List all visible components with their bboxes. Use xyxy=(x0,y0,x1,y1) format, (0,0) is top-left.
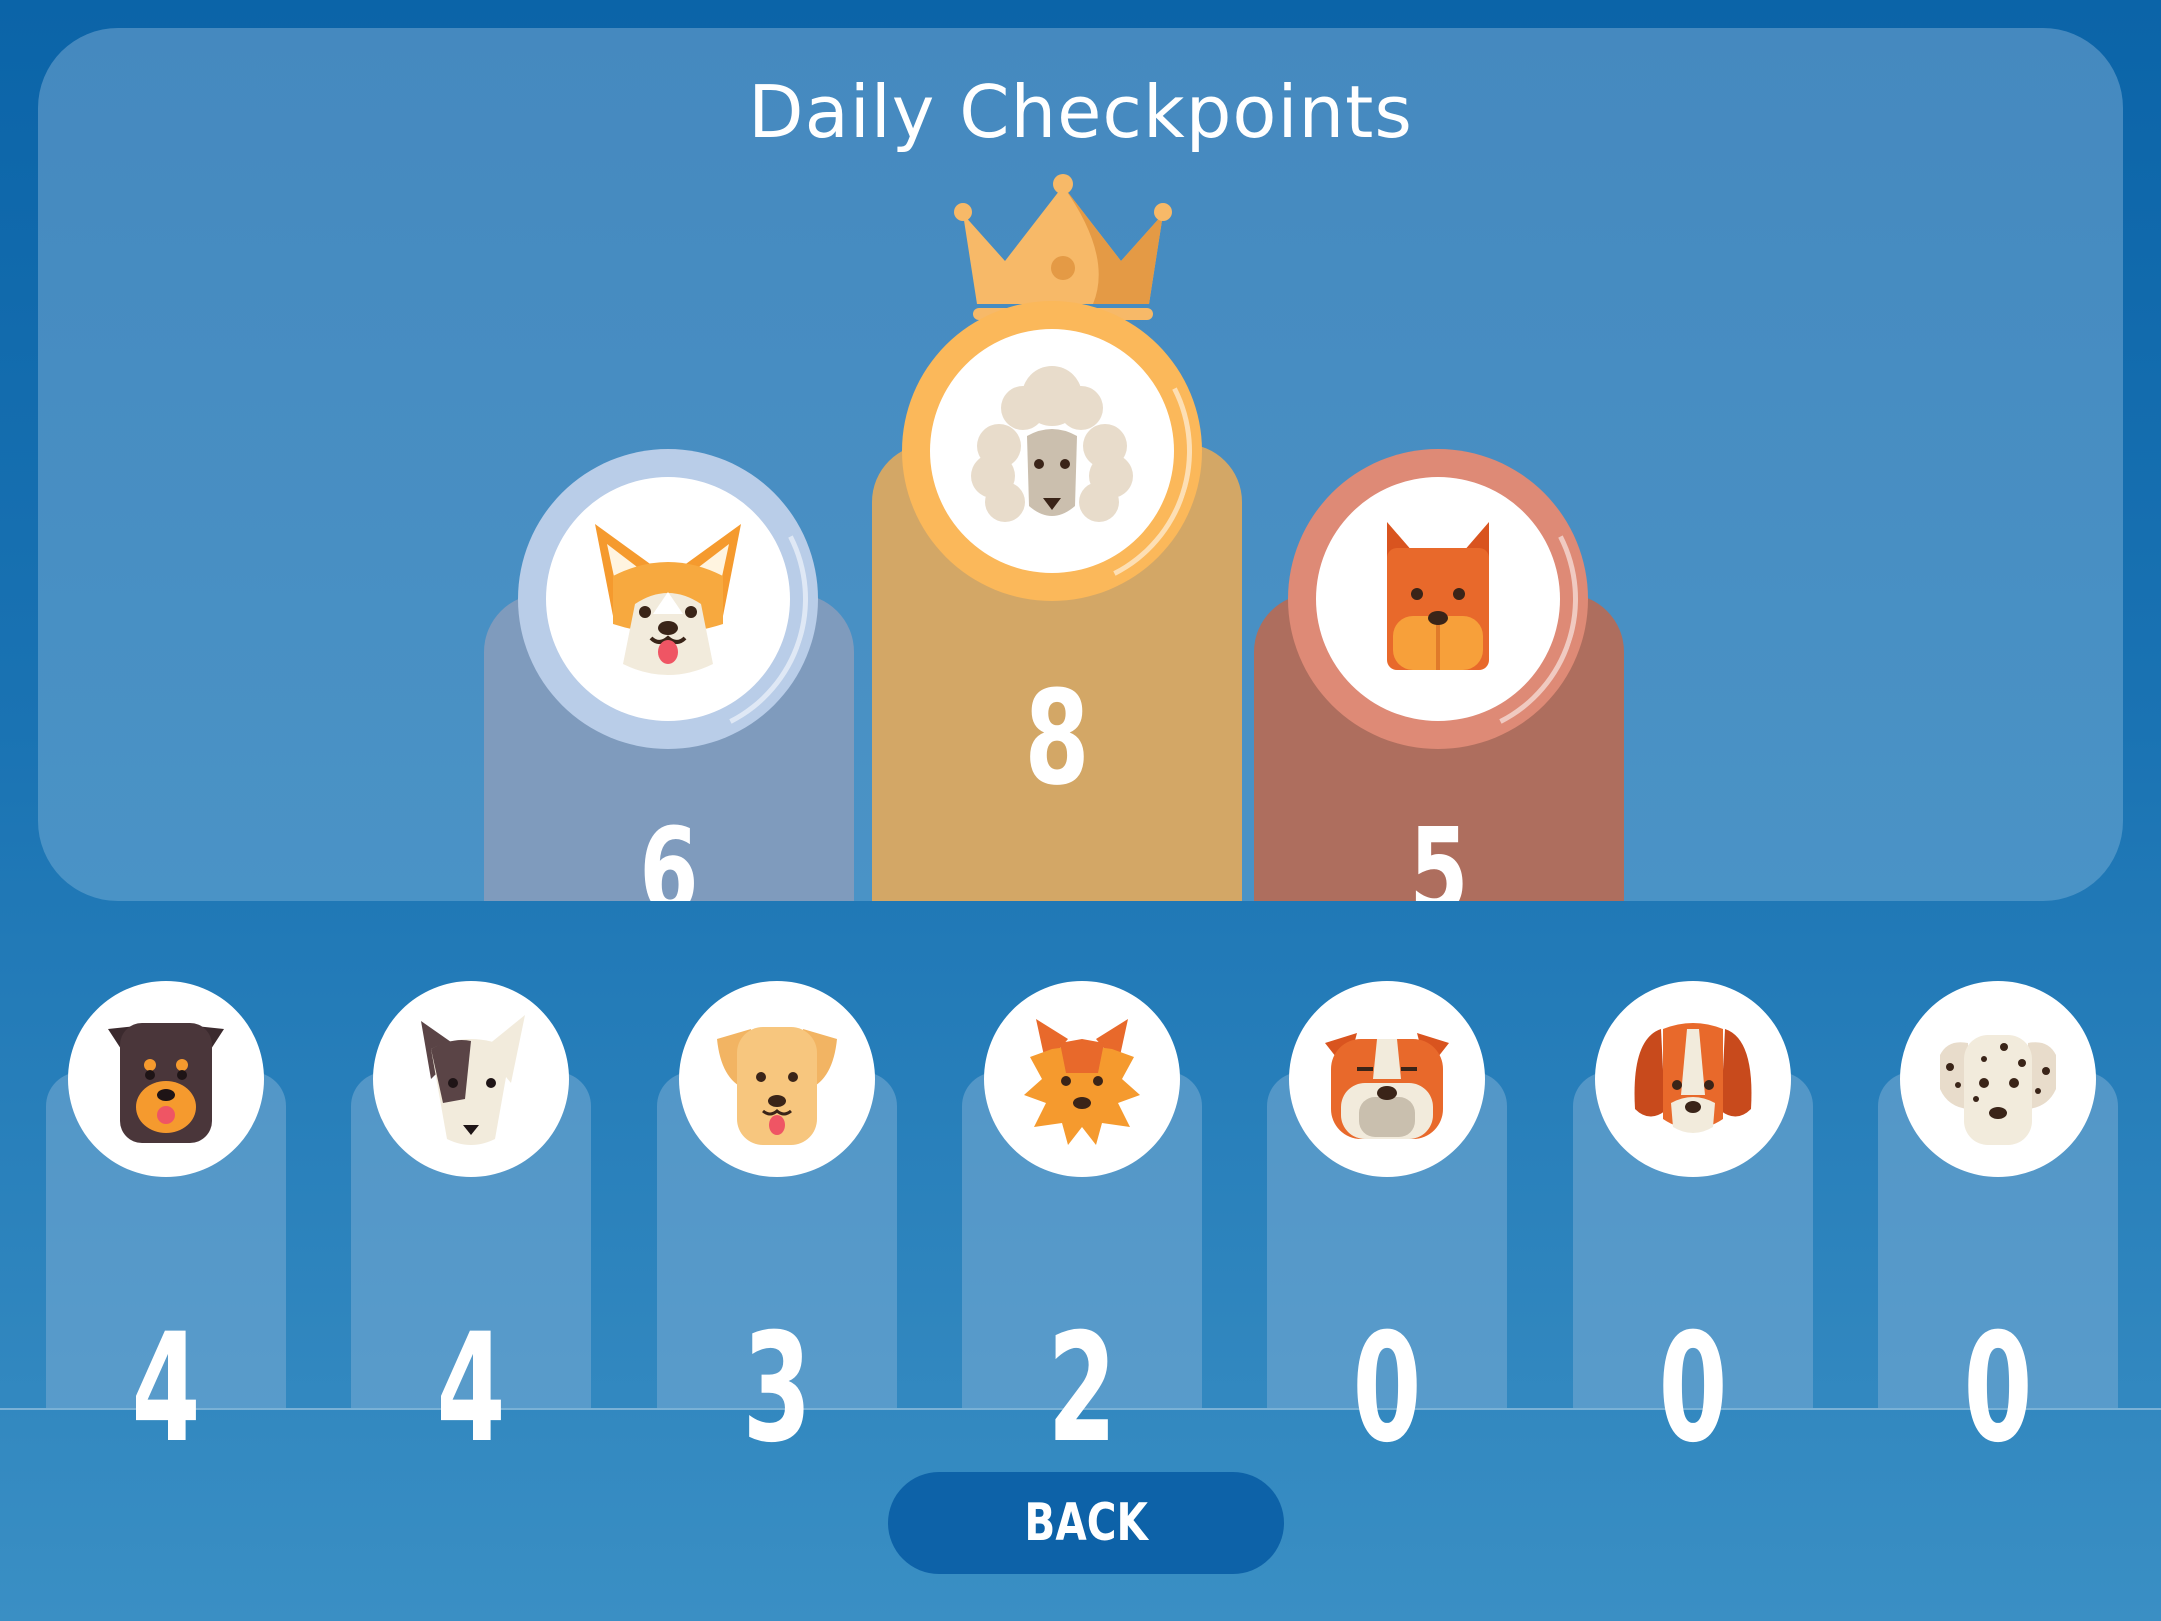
podium-second-score: 6 xyxy=(639,802,699,901)
rank-card-6: 3 xyxy=(657,981,897,1476)
rank-card-9-score: 0 xyxy=(1658,1302,1728,1476)
divider xyxy=(0,1408,2161,1410)
beagle-icon xyxy=(1634,1023,1752,1133)
rank-card-5-score: 4 xyxy=(436,1302,506,1476)
rank-card-10: 0 xyxy=(1878,981,2118,1476)
bulldog-icon xyxy=(1325,1033,1449,1139)
back-button-label: BACK xyxy=(1024,1493,1148,1553)
rank-card-8: 0 xyxy=(1267,981,1507,1476)
rank-card-8-score: 0 xyxy=(1352,1302,1422,1476)
yorkie-icon xyxy=(1024,1019,1140,1145)
podium-second-medal xyxy=(491,422,845,776)
podium-panel: Daily Checkpoints 6 8 5 xyxy=(38,28,2123,901)
bull-terrier-icon xyxy=(421,1015,525,1145)
rank-card-4-score: 4 xyxy=(131,1302,201,1476)
back-button[interactable]: BACK xyxy=(888,1472,1284,1574)
rank-card-6-score: 3 xyxy=(742,1302,812,1476)
rank-card-5: 4 xyxy=(351,981,591,1476)
podium-first-score: 8 xyxy=(1024,662,1090,814)
rank-card-10-score: 0 xyxy=(1963,1302,2033,1476)
podium-first-medal xyxy=(875,274,1229,628)
rank-card-9: 0 xyxy=(1573,981,1813,1476)
golden-retriever-icon xyxy=(717,1027,837,1145)
rank-card-7: 2 xyxy=(962,981,1202,1476)
rank-card-4: 4 xyxy=(46,981,286,1476)
podium-third-medal xyxy=(1261,422,1615,776)
podium-third-score: 5 xyxy=(1409,802,1469,901)
rank-card-7-score: 2 xyxy=(1047,1302,1117,1476)
page-title: Daily Checkpoints xyxy=(748,70,1413,154)
rottweiler-icon xyxy=(108,1023,224,1143)
dalmatian-icon xyxy=(1940,1035,2056,1145)
